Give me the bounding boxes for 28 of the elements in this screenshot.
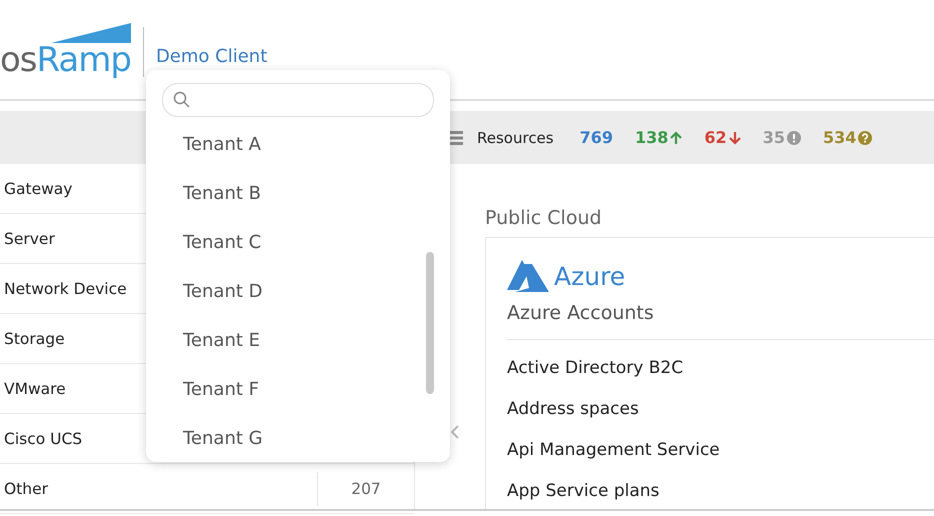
tenant-option[interactable]: Tenant C [183,232,262,253]
device-type-name: Gateway [4,180,72,198]
tenant-option[interactable]: Tenant G [183,428,263,449]
device-type-row[interactable]: Other 207 [0,464,414,514]
device-count: 207 [317,472,414,506]
device-type-name: Server [4,230,55,248]
device-type-name: Other [4,480,48,498]
service-link[interactable]: Api Management Service [507,440,720,460]
provider-name: Azure [554,262,626,290]
tenant-option[interactable]: Tenant F [183,379,259,400]
device-type-name: Network Device [4,280,127,298]
tenant-option[interactable]: Tenant E [183,330,260,351]
section-title: Public Cloud [485,207,603,229]
service-link[interactable]: Address spaces [507,399,639,419]
service-link[interactable]: App Service plans [507,481,660,501]
device-type-name: Storage [4,330,65,348]
tenant-option[interactable]: Tenant D [183,281,262,302]
accounts-title: Azure Accounts [507,302,655,324]
tenant-option[interactable]: Tenant A [183,134,261,155]
logo: osRamp [0,42,131,76]
resource-count[interactable]: 769 [580,128,614,147]
device-type-name: VMware [4,380,66,398]
resources-label: Resources [477,128,554,146]
tenant-option[interactable]: Tenant B [183,183,261,204]
client-name[interactable]: Demo Client [156,46,268,67]
service-link[interactable]: Active Directory B2C [507,358,684,378]
resource-count[interactable]: 62 [704,128,741,147]
device-type-name: Cisco UCS [4,430,82,448]
